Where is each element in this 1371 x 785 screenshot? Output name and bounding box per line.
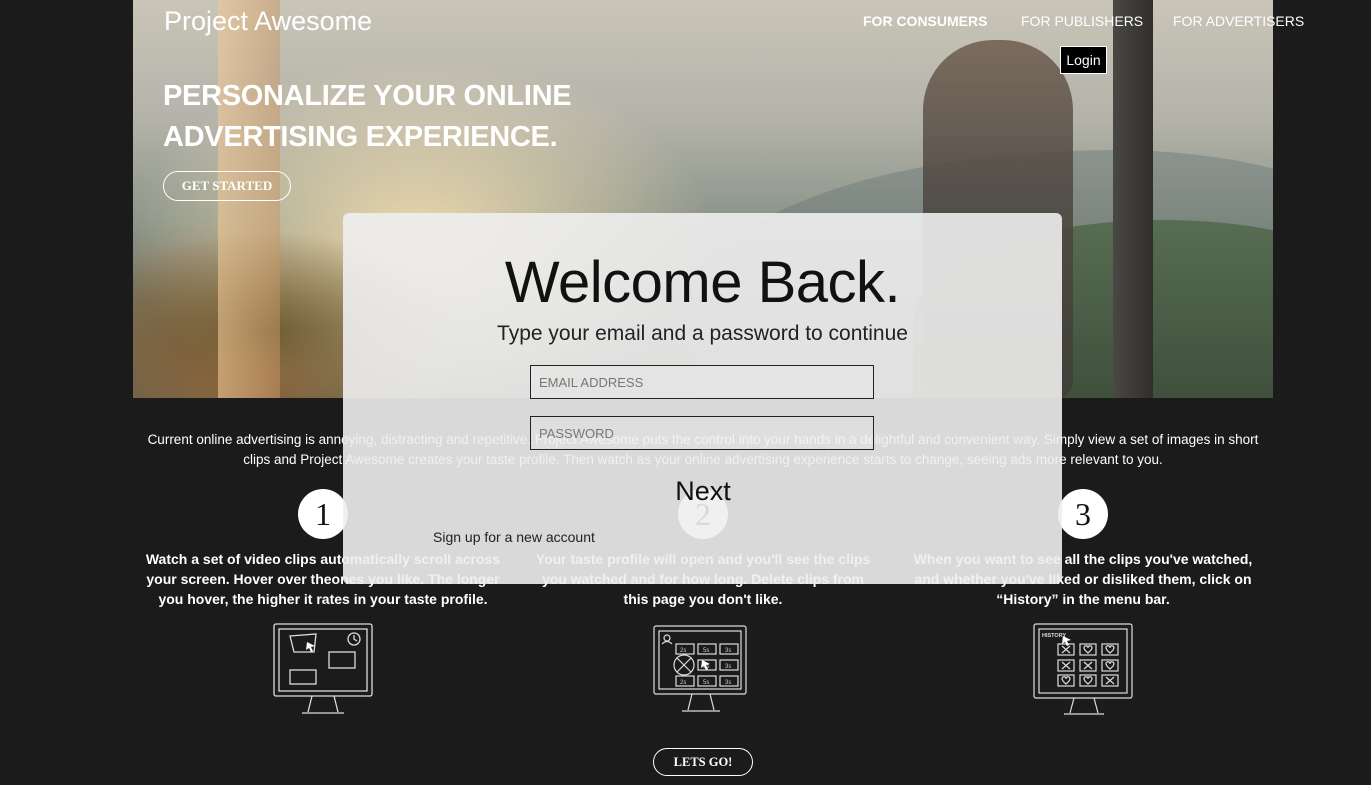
clip-time-6: 2s (680, 680, 686, 686)
lets-go-button[interactable]: LETS GO! (653, 748, 753, 776)
nav-for-consumers[interactable]: FOR CONSUMERS (863, 13, 987, 29)
hero-headline: PERSONALIZE YOUR ONLINE ADVERTISING EXPE… (163, 80, 572, 153)
clip-time-3: 3s (725, 648, 731, 654)
email-field[interactable] (530, 365, 874, 399)
hero-pillar-right (1113, 0, 1153, 398)
clip-time-7: 5s (703, 680, 709, 686)
brand-logo[interactable]: Project Awesome (164, 6, 372, 37)
monitor-history-icon: HISTORY (1033, 623, 1133, 715)
clip-time-8: 3s (725, 680, 731, 686)
clip-time-1: 2s (680, 648, 686, 654)
login-modal: Welcome Back. Type your email and a pass… (343, 213, 1062, 584)
modal-subtitle: Type your email and a password to contin… (497, 322, 908, 345)
step-1-number: 1 (298, 489, 348, 539)
clip-time-2: 5s (703, 648, 709, 654)
monitor-taste-profile-icon: 2s 5s 3s 3s 3s 2s 5s 3s (653, 625, 747, 712)
step-3-number: 3 (1058, 489, 1108, 539)
password-field[interactable] (530, 416, 874, 450)
login-button[interactable]: Login (1060, 46, 1107, 74)
nav-for-advertisers[interactable]: FOR ADVERTISERS (1173, 13, 1304, 29)
signup-link[interactable]: Sign up for a new account (433, 529, 595, 545)
next-button[interactable]: Next (653, 476, 753, 507)
modal-title: Welcome Back. (504, 250, 901, 315)
nav-for-publishers[interactable]: FOR PUBLISHERS (1021, 13, 1143, 29)
get-started-button[interactable]: GET STARTED (163, 171, 291, 201)
clip-time-5: 3s (725, 664, 731, 670)
monitor-video-clips-icon (273, 623, 373, 714)
